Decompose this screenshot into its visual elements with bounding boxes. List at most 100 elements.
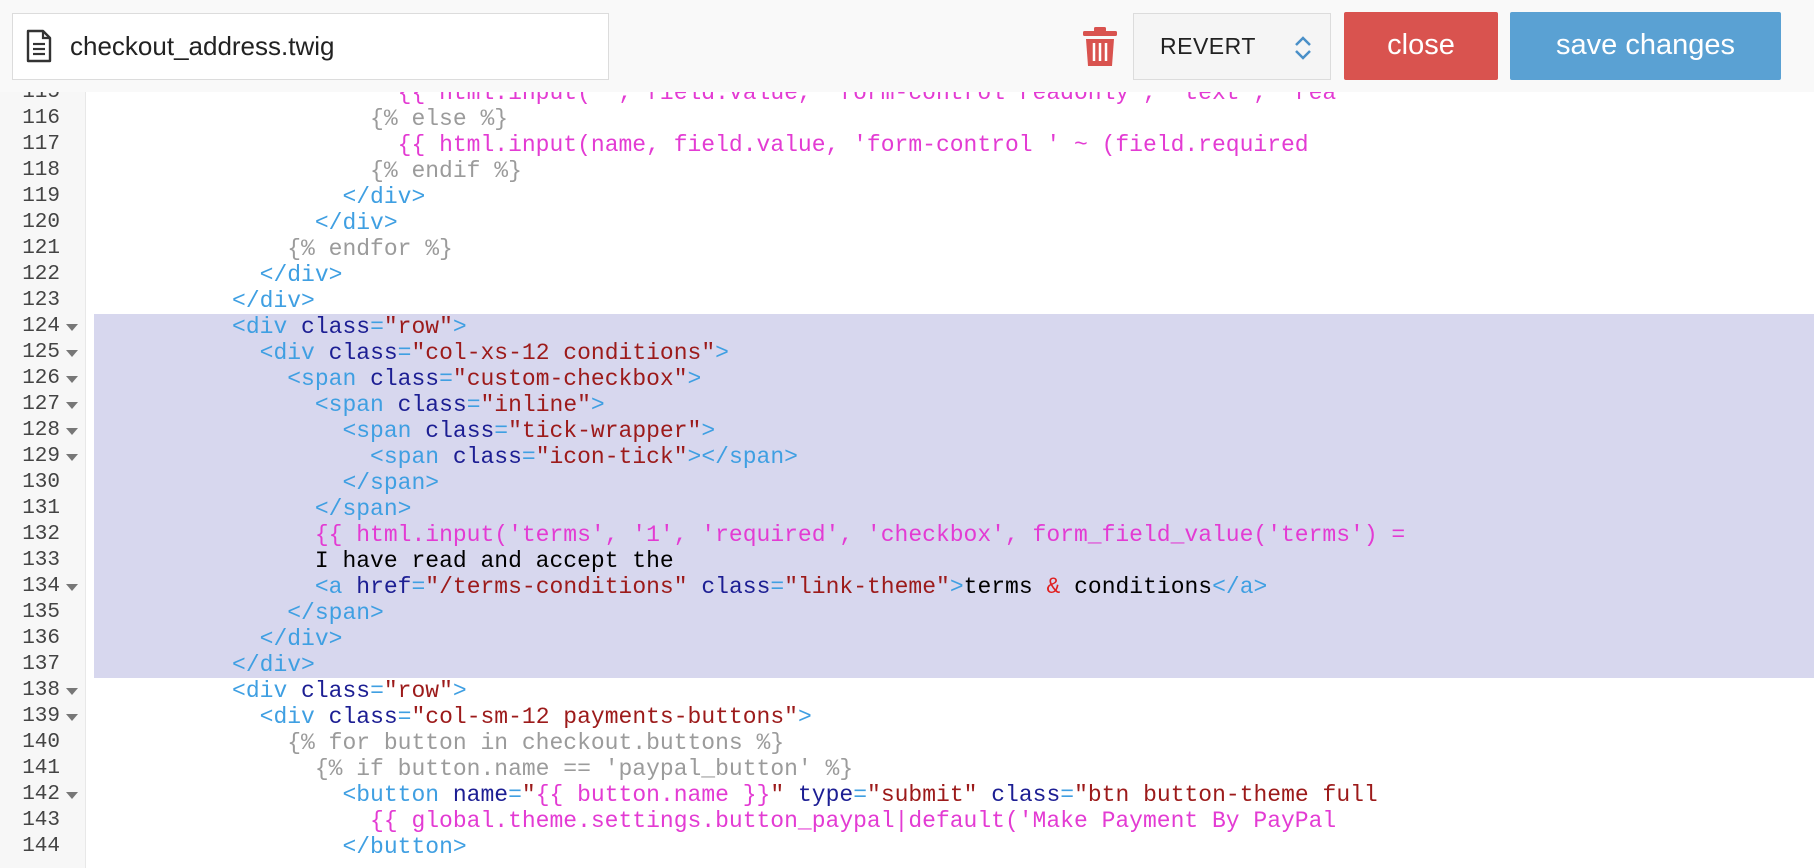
code-token: <span (314, 392, 398, 418)
fold-arrow-icon[interactable] (66, 324, 78, 331)
fold-arrow-icon[interactable] (66, 584, 78, 591)
code-token: "inline" (480, 392, 591, 418)
code-line[interactable]: 135 </span> (0, 600, 1814, 626)
line-gutter: 121 (0, 236, 86, 262)
code-text: </span> (94, 600, 1814, 626)
filename-field[interactable]: checkout_address.twig (12, 13, 609, 80)
code-text: {% endif %} (94, 158, 1814, 184)
code-line[interactable]: 125 <div class="col-xs-12 conditions"> (0, 340, 1814, 366)
code-line[interactable]: 144 </button> (0, 834, 1814, 860)
code-line[interactable]: 128 <span class="tick-wrapper"> (0, 418, 1814, 444)
code-line[interactable]: 131 </span> (0, 496, 1814, 522)
code-text: I have read and accept the (94, 548, 1814, 574)
code-line[interactable]: 121 {% endfor %} (0, 236, 1814, 262)
code-line[interactable]: 126 <span class="custom-checkbox"> (0, 366, 1814, 392)
code-line[interactable]: 134 <a href="/terms-conditions" class="l… (0, 574, 1814, 600)
code-token: </div> (342, 184, 426, 210)
close-button[interactable]: close (1344, 12, 1498, 80)
fold-arrow-icon[interactable] (66, 454, 78, 461)
code-line[interactable]: 116 {% else %} (0, 106, 1814, 132)
line-gutter: 135 (0, 600, 86, 626)
line-gutter: 122 (0, 262, 86, 288)
code-line[interactable]: 127 <span class="inline"> (0, 392, 1814, 418)
line-gutter: 138 (0, 678, 86, 704)
line-number: 131 (22, 497, 60, 520)
code-line[interactable]: 118 {% endif %} (0, 158, 1814, 184)
code-line[interactable]: 133 I have read and accept the (0, 548, 1814, 574)
code-line[interactable]: 115 {{ html.input('', field.value, 'form… (0, 92, 1814, 106)
line-number: 122 (22, 263, 60, 286)
line-gutter: 115 (0, 92, 86, 106)
line-number: 129 (22, 445, 60, 468)
code-line[interactable]: 141 {% if button.name == 'paypal_button'… (0, 756, 1814, 782)
code-text: {{ html.input('terms', '1', 'required', … (94, 522, 1814, 548)
code-text: </div> (94, 288, 1814, 314)
line-gutter: 126 (0, 366, 86, 392)
code-token: <div (232, 314, 302, 340)
code-token: name (452, 782, 509, 808)
line-number: 126 (22, 367, 60, 390)
code-token: </div> (232, 652, 315, 678)
fold-arrow-icon[interactable] (66, 792, 78, 799)
code-line[interactable]: 138 <div class="row"> (0, 678, 1814, 704)
save-changes-button[interactable]: save changes (1510, 12, 1781, 80)
trash-icon[interactable] (1081, 26, 1119, 73)
code-text: <div class="row"> (94, 314, 1814, 340)
fold-arrow-icon[interactable] (66, 714, 78, 721)
code-line[interactable]: 130 </span> (0, 470, 1814, 496)
fold-arrow-icon[interactable] (66, 376, 78, 383)
line-number: 116 (22, 107, 60, 130)
code-token: "tick-wrapper" (508, 418, 702, 444)
code-text: {% endfor %} (94, 236, 1814, 262)
code-text: <div class="row"> (94, 678, 1814, 704)
revert-select[interactable]: REVERT (1133, 13, 1331, 80)
code-token: = (370, 678, 384, 704)
code-token: & (1046, 574, 1061, 600)
code-line[interactable]: 129 <span class="icon-tick"></span> (0, 444, 1814, 470)
code-token: {% if button.name == 'paypal_button' %} (314, 756, 854, 782)
fold-arrow-icon[interactable] (66, 350, 78, 357)
code-line[interactable]: 136 </div> (0, 626, 1814, 652)
code-line[interactable]: 122 </div> (0, 262, 1814, 288)
code-token: </button> (342, 834, 467, 860)
code-text: </button> (94, 834, 1814, 860)
code-line[interactable]: 137 </div> (0, 652, 1814, 678)
code-line[interactable]: 123 </div> (0, 288, 1814, 314)
code-token: {% for button in checkout.buttons %} (287, 730, 785, 756)
code-line[interactable]: 139 <div class="col-sm-12 payments-butto… (0, 704, 1814, 730)
code-token: "row" (383, 314, 453, 340)
line-number: 130 (22, 471, 60, 494)
code-token: {{ button.name }} (535, 782, 771, 808)
line-gutter: 137 (0, 652, 86, 678)
line-gutter: 119 (0, 184, 86, 210)
code-line[interactable]: 140 {% for button in checkout.buttons %} (0, 730, 1814, 756)
code-text: {{ html.input(name, field.value, 'form-c… (94, 132, 1814, 158)
fold-arrow-icon[interactable] (66, 688, 78, 695)
line-number: 115 (22, 92, 60, 104)
line-gutter: 123 (0, 288, 86, 314)
code-token: </a> (1212, 574, 1268, 600)
code-line[interactable]: 132 {{ html.input('terms', '1', 'require… (0, 522, 1814, 548)
code-token: "col-xs-12 conditions" (411, 340, 716, 366)
code-line[interactable]: 143 {{ global.theme.settings.button_payp… (0, 808, 1814, 834)
code-token: class (370, 366, 440, 392)
line-number: 125 (22, 341, 60, 364)
line-number: 133 (22, 549, 60, 572)
code-line[interactable]: 120 </div> (0, 210, 1814, 236)
code-line[interactable]: 117 {{ html.input(name, field.value, 'fo… (0, 132, 1814, 158)
chevron-up-down-icon (1292, 35, 1314, 66)
code-editor[interactable]: 115 {{ html.input('', field.value, 'form… (0, 92, 1814, 868)
line-number: 140 (22, 731, 60, 754)
fold-arrow-icon[interactable] (66, 428, 78, 435)
line-number: 138 (22, 679, 60, 702)
code-line[interactable]: 142 <button name="{{ button.name }}" typ… (0, 782, 1814, 808)
line-number: 142 (22, 783, 60, 806)
code-text: <div class="col-xs-12 conditions"> (94, 340, 1814, 366)
code-text: </div> (94, 210, 1814, 236)
code-token: class (425, 418, 495, 444)
code-line[interactable]: 124 <div class="row"> (0, 314, 1814, 340)
code-line[interactable]: 119 </div> (0, 184, 1814, 210)
fold-arrow-icon[interactable] (66, 402, 78, 409)
code-text: </span> (94, 496, 1814, 522)
